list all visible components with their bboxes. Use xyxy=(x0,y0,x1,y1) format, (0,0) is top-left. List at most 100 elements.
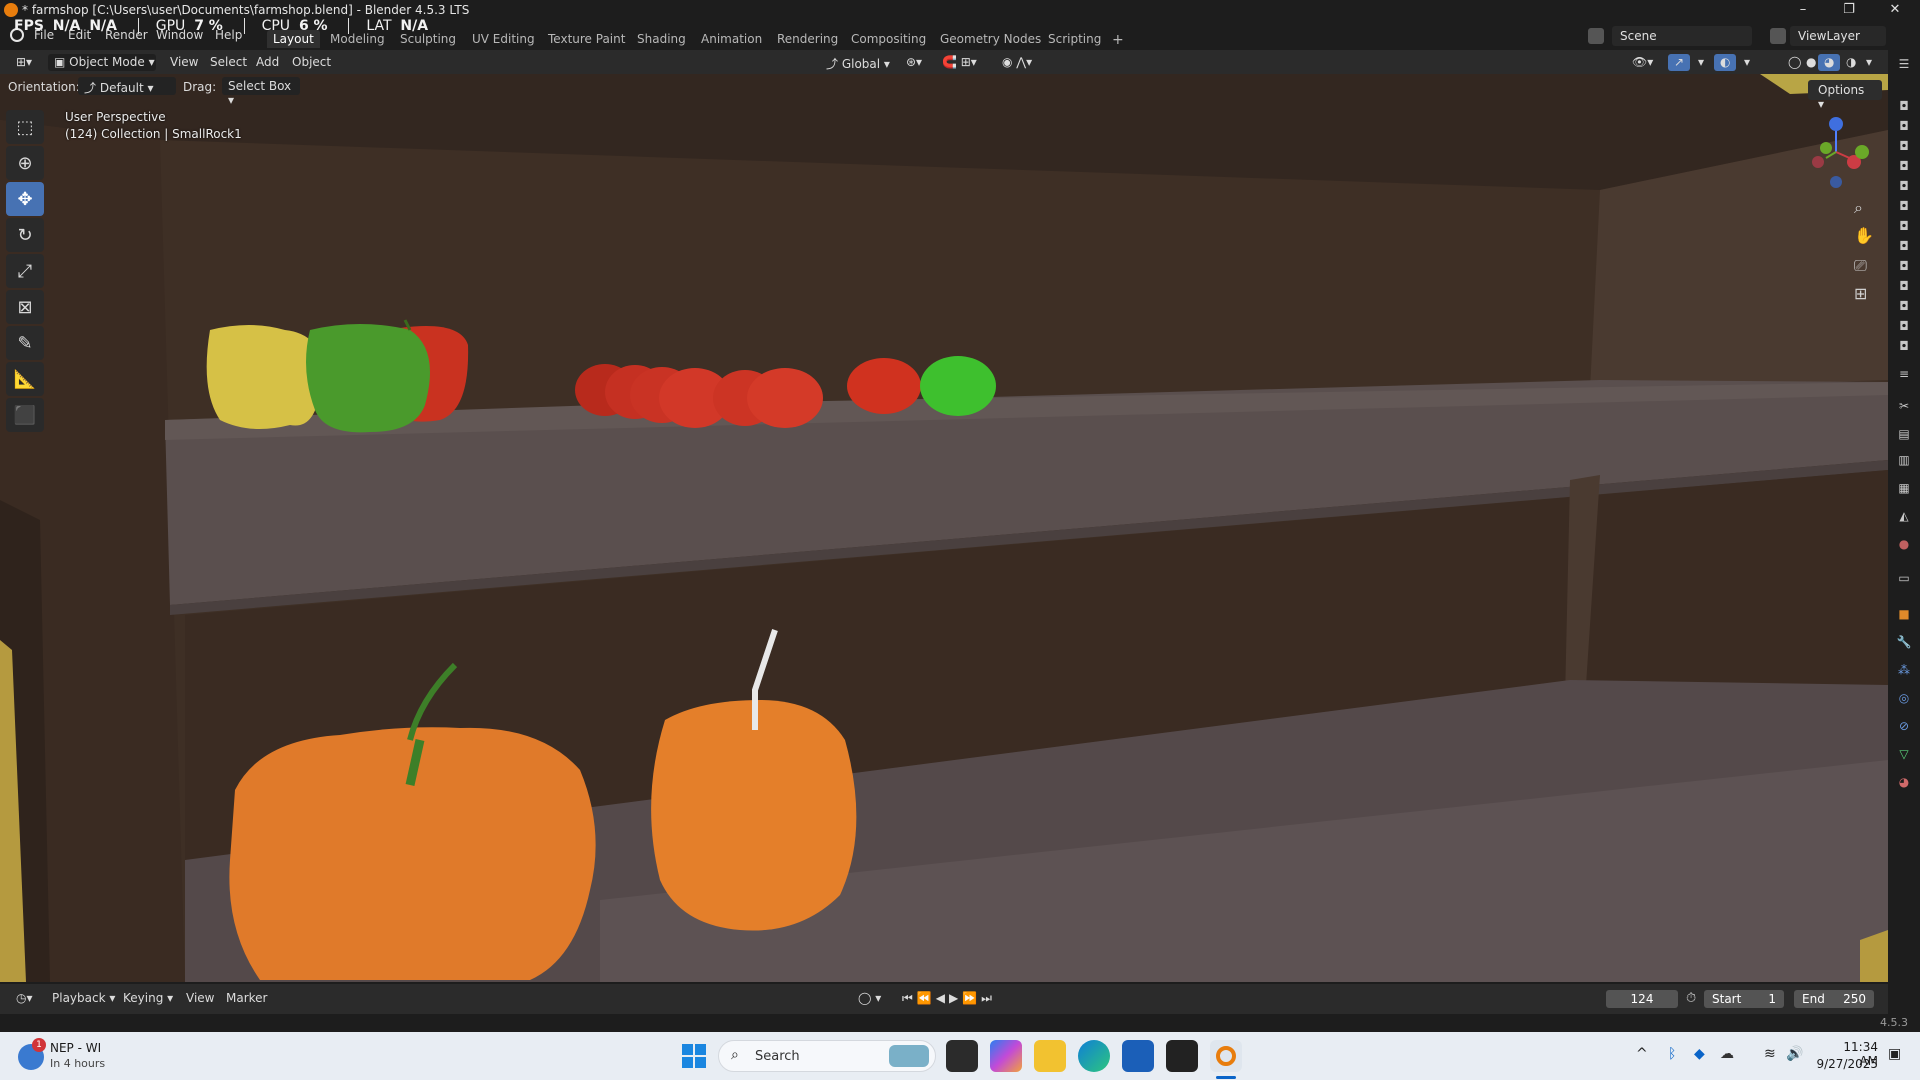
camera-icon[interactable]: ◘ xyxy=(1896,158,1912,174)
y-axis-handle[interactable] xyxy=(1820,142,1832,154)
z-axis-handle[interactable] xyxy=(1829,117,1843,131)
viewlayer-icon[interactable] xyxy=(1770,28,1786,44)
weather-title[interactable]: NEP - WI xyxy=(50,1041,101,1055)
tab-geometry-nodes[interactable]: Geometry Nodes xyxy=(934,30,1047,48)
material-shading-icon[interactable]: ◕ xyxy=(1818,54,1841,71)
physics-props-icon[interactable]: ◎ xyxy=(1896,690,1912,706)
rotate-icon[interactable]: ↻ xyxy=(6,218,44,252)
annotate-icon[interactable]: ✎ xyxy=(6,326,44,360)
x-axis-handle[interactable] xyxy=(1855,145,1869,159)
navigation-gizmo[interactable] xyxy=(1806,112,1886,192)
move-icon[interactable]: ✥ xyxy=(6,182,44,216)
camera-icon[interactable]: ◘ xyxy=(1896,318,1912,334)
render-props-icon[interactable]: ▤ xyxy=(1896,426,1912,442)
wifi-icon[interactable]: ≋ xyxy=(1764,1046,1776,1062)
pan-hand-icon[interactable]: ✋ xyxy=(1854,226,1874,245)
timeline-view-menu[interactable]: View xyxy=(180,990,220,1007)
maximize-button[interactable]: ❐ xyxy=(1826,0,1872,20)
camera-icon[interactable]: ◘ xyxy=(1896,178,1912,194)
menu-add[interactable]: Add xyxy=(250,54,285,71)
scene-selector[interactable]: Scene xyxy=(1612,26,1752,46)
overlay-toggle-icon[interactable]: ◐ xyxy=(1714,54,1737,71)
constraints-props-icon[interactable]: ⊘ xyxy=(1896,718,1912,734)
tab-rendering[interactable]: Rendering xyxy=(771,30,844,48)
keying-menu[interactable]: Keying ▾ xyxy=(117,990,179,1007)
cursor-icon[interactable]: ⊕ xyxy=(6,146,44,180)
timeline-editor-icon[interactable]: ◷▾ xyxy=(10,990,39,1007)
marker-menu[interactable]: Marker xyxy=(220,990,273,1007)
windows-start-icon[interactable] xyxy=(682,1044,706,1068)
pivot-icon[interactable]: ⊛▾ xyxy=(900,54,928,71)
overlay-dropdown-icon[interactable]: ▾ xyxy=(1738,54,1756,71)
data-props-icon[interactable]: ▽ xyxy=(1896,746,1912,762)
camera-view-icon[interactable]: ⎚ xyxy=(1854,256,1867,276)
transform-orientation-dropdown[interactable]: ⤴ Global ▾ xyxy=(820,54,896,71)
edge-browser-icon[interactable] xyxy=(1078,1040,1110,1072)
tool-props-icon[interactable]: ✂ xyxy=(1896,398,1912,414)
tab-texture-paint[interactable]: Texture Paint xyxy=(542,30,631,48)
camera-icon[interactable]: ◘ xyxy=(1896,258,1912,274)
epic-games-icon[interactable] xyxy=(1166,1040,1198,1072)
playback-controls[interactable]: ⏮⏪◀▶⏩⏭ xyxy=(896,990,1002,1007)
tab-animation[interactable]: Animation xyxy=(695,30,768,48)
camera-icon[interactable]: ◘ xyxy=(1896,298,1912,314)
add-workspace-button[interactable]: + xyxy=(1106,30,1130,48)
transform-icon[interactable]: ⊠ xyxy=(6,290,44,324)
tab-compositing[interactable]: Compositing xyxy=(845,30,932,48)
viewlayer-selector[interactable]: ViewLayer xyxy=(1790,26,1886,46)
zoom-icon[interactable]: ⌕ xyxy=(1854,198,1863,218)
editor-type-icon[interactable]: ⊞▾ xyxy=(10,54,38,71)
clock-date[interactable]: 9/27/2025 xyxy=(1812,1057,1878,1071)
microsoft-store-icon[interactable] xyxy=(1122,1040,1154,1072)
camera-icon[interactable]: ◘ xyxy=(1896,98,1912,114)
select-box-icon[interactable]: ⬚ xyxy=(6,110,44,144)
snap-icon[interactable]: 🧲 ⊞▾ xyxy=(936,54,983,71)
object-props-icon[interactable]: ■ xyxy=(1896,606,1912,622)
outliner-icon[interactable]: ☰ xyxy=(1896,56,1912,72)
scene-icon[interactable] xyxy=(1588,28,1604,44)
tab-uv-editing[interactable]: UV Editing xyxy=(466,30,541,48)
camera-icon[interactable]: ◘ xyxy=(1896,278,1912,294)
tab-shading[interactable]: Shading xyxy=(631,30,692,48)
shading-dropdown-icon[interactable]: ▾ xyxy=(1860,54,1878,71)
close-button[interactable]: ✕ xyxy=(1872,0,1918,20)
taskbar-search-box[interactable]: ⌕ Search xyxy=(718,1040,936,1072)
orientation-dropdown[interactable]: ⤴ Default ▾ xyxy=(78,77,176,95)
camera-icon[interactable]: ◘ xyxy=(1896,138,1912,154)
menu-select[interactable]: Select xyxy=(204,54,253,71)
scene-props-icon[interactable]: ◭ xyxy=(1896,508,1912,524)
auto-keying-icon[interactable]: ◯ ▾ xyxy=(852,990,887,1007)
measure-icon[interactable]: 📐 xyxy=(6,362,44,396)
modifier-props-icon[interactable]: 🔧 xyxy=(1896,634,1912,650)
bluetooth-icon[interactable]: ᛒ xyxy=(1668,1046,1676,1062)
tray-app-icon[interactable]: ◆ xyxy=(1694,1046,1705,1062)
copilot-icon[interactable] xyxy=(990,1040,1022,1072)
add-cube-icon[interactable]: ⬛ xyxy=(6,398,44,432)
material-props-icon[interactable]: ◕ xyxy=(1896,774,1912,790)
drag-dropdown[interactable]: Select Box ▾ xyxy=(222,77,300,107)
camera-icon[interactable]: ◘ xyxy=(1896,338,1912,354)
onedrive-icon[interactable]: ☁ xyxy=(1720,1046,1734,1062)
collection-props-icon[interactable]: ▭ xyxy=(1896,570,1912,586)
gizmo-dropdown-icon[interactable]: ▾ xyxy=(1692,54,1710,71)
playback-menu[interactable]: Playback ▾ xyxy=(46,990,121,1007)
camera-icon[interactable]: ◘ xyxy=(1896,198,1912,214)
minimize-button[interactable]: – xyxy=(1780,0,1826,20)
ortho-toggle-icon[interactable]: ⊞ xyxy=(1854,284,1867,303)
task-view-icon[interactable] xyxy=(946,1040,978,1072)
gizmo-toggle-icon[interactable]: ↗ xyxy=(1668,54,1691,71)
current-frame-field[interactable]: 124 xyxy=(1606,990,1678,1008)
output-props-icon[interactable]: ▥ xyxy=(1896,452,1912,468)
visibility-icon[interactable]: 👁▾ xyxy=(1626,54,1659,71)
start-frame-field[interactable]: Start 1 xyxy=(1704,990,1784,1008)
volume-icon[interactable]: 🔊 xyxy=(1786,1046,1803,1062)
world-props-icon[interactable]: ● xyxy=(1896,536,1912,552)
particles-props-icon[interactable]: ⁂ xyxy=(1896,662,1912,678)
tab-scripting[interactable]: Scripting xyxy=(1042,30,1107,48)
file-explorer-icon[interactable] xyxy=(1034,1040,1066,1072)
menu-object[interactable]: Object xyxy=(286,54,337,71)
end-frame-field[interactable]: End 250 xyxy=(1794,990,1874,1008)
camera-icon[interactable]: ◘ xyxy=(1896,238,1912,254)
options-dropdown[interactable]: Options ▾ xyxy=(1808,80,1882,111)
scale-icon[interactable]: ⤢ xyxy=(6,254,44,288)
